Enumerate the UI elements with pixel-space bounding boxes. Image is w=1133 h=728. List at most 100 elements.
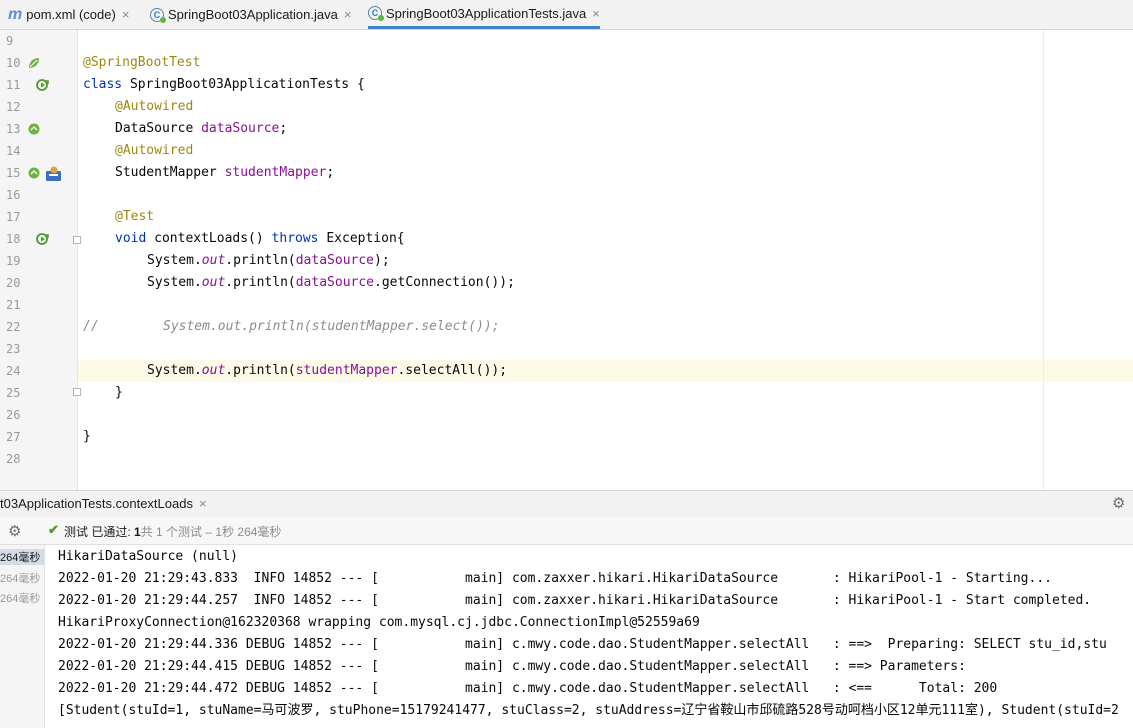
- tab-label: SpringBoot03Application.java: [168, 7, 338, 22]
- code-text: .selectAll());: [397, 363, 508, 378]
- console-output[interactable]: HikariDataSource (null) 2022-01-20 21:29…: [45, 545, 1133, 728]
- gear-icon[interactable]: ⚙: [1112, 494, 1125, 512]
- code-text: .println(: [225, 363, 296, 378]
- line-number: 26: [6, 408, 21, 422]
- tab-springboot03applicationtests[interactable]: C SpringBoot03ApplicationTests.java ×: [368, 0, 600, 29]
- tab-label: pom.xml (code): [26, 7, 116, 22]
- annotation: @Autowired: [115, 143, 194, 158]
- check-icon: ✔: [48, 522, 59, 537]
- console-line: 2022-01-20 21:29:44.415 DEBUG 14852 --- …: [58, 659, 974, 674]
- code-text: System.: [147, 363, 202, 378]
- tab-springboot03application[interactable]: C SpringBoot03Application.java ×: [150, 0, 351, 29]
- right-margin-guide: [1043, 30, 1044, 490]
- spring-class-icon: C: [368, 6, 384, 21]
- console-line: [Student(stuId=1, stuName=马可波罗, stuPhone…: [58, 703, 1119, 718]
- code-text: }: [115, 385, 123, 400]
- run-tab[interactable]: t03ApplicationTests.contextLoads ×: [0, 496, 207, 511]
- code-text: ;: [279, 121, 288, 136]
- code-text: Exception{: [318, 231, 405, 246]
- line-number: 18: [6, 232, 21, 246]
- line-number: 10: [6, 56, 21, 70]
- line-number: 24: [6, 364, 21, 378]
- status-prefix: 测试 已通过:: [64, 525, 135, 539]
- console-line: HikariDataSource (null): [58, 549, 239, 564]
- close-icon[interactable]: ×: [199, 496, 207, 511]
- code-text: .println(: [225, 253, 296, 268]
- run-test-icon[interactable]: [36, 232, 50, 246]
- code-line: void contextLoads() throws Exception{: [115, 228, 405, 250]
- line-number: 22: [6, 320, 21, 334]
- gear-icon[interactable]: ⚙: [8, 522, 21, 540]
- code-line: System.out.println(studentMapper.select(…: [163, 316, 500, 338]
- code-text: .println(: [225, 275, 296, 290]
- mybatis-mapper-icon[interactable]: [45, 165, 62, 182]
- code-line: @Test: [115, 206, 154, 228]
- line-number: 12: [6, 100, 21, 114]
- line-number: 11: [6, 78, 21, 92]
- code-lines: @SpringBootTest class SpringBoot03Applic…: [78, 30, 1043, 490]
- static-field: out: [201, 253, 226, 268]
- test-tree[interactable]: 264毫秒 264毫秒 264毫秒: [0, 545, 45, 728]
- spring-class-icon: C: [150, 7, 166, 23]
- code-line: DataSource dataSource;: [115, 118, 287, 140]
- run-panel-header: t03ApplicationTests.contextLoads × ⚙: [0, 490, 1133, 517]
- annotation: @Autowired: [115, 99, 194, 114]
- code-line: //: [83, 316, 99, 338]
- run-tab-label: t03ApplicationTests.contextLoads: [0, 496, 193, 511]
- code-text: System.: [147, 253, 202, 268]
- status-count: 1: [134, 525, 141, 539]
- console-line: 2022-01-20 21:29:44.472 DEBUG 14852 --- …: [58, 681, 998, 696]
- field-name: studentMapper: [224, 165, 327, 180]
- autowired-bean-icon[interactable]: [27, 166, 41, 180]
- code-text: contextLoads(): [146, 231, 272, 246]
- code-line: System.out.println(dataSource.getConnect…: [147, 272, 515, 294]
- code-line: @Autowired: [115, 96, 193, 118]
- close-icon[interactable]: ×: [344, 7, 352, 22]
- run-test-icon[interactable]: [36, 78, 50, 92]
- field-name: dataSource: [201, 121, 280, 136]
- line-number: 9: [6, 34, 14, 48]
- console-line: 2022-01-20 21:29:44.257 INFO 14852 --- […: [58, 593, 1092, 608]
- code-line: StudentMapper studentMapper;: [115, 162, 334, 184]
- console-line: 2022-01-20 21:29:43.833 INFO 14852 --- […: [58, 571, 1052, 586]
- code-line: }: [83, 426, 91, 448]
- keyword: class: [83, 77, 123, 92]
- editor-tab-bar: m pom.xml (code) × C SpringBoot03Applica…: [0, 0, 1133, 30]
- code-text: StudentMapper: [115, 165, 225, 180]
- code-text: System.: [147, 275, 202, 290]
- test-tree-item[interactable]: 264毫秒: [0, 570, 40, 586]
- line-number: 25: [6, 386, 21, 400]
- autowired-bean-icon[interactable]: [27, 122, 41, 136]
- code-line: @Autowired: [115, 140, 193, 162]
- test-status-bar: ⚙ ✔ 测试 已通过: 1共 1 个测试 – 1秒 264毫秒: [0, 517, 1133, 545]
- comment: System.out.println(studentMapper.select(…: [163, 319, 500, 334]
- keyword: throws: [271, 231, 319, 246]
- annotation: @SpringBootTest: [83, 55, 201, 70]
- line-number: 13: [6, 122, 21, 136]
- line-number: 28: [6, 452, 21, 466]
- test-tree-item[interactable]: 264毫秒: [0, 590, 40, 606]
- code-text: ;: [326, 165, 335, 180]
- code-line: }: [115, 382, 123, 404]
- line-number: 23: [6, 342, 21, 356]
- console-line: HikariProxyConnection@162320368 wrapping…: [58, 615, 700, 630]
- spring-bean-icon[interactable]: [27, 56, 41, 70]
- maven-m-icon: m: [8, 5, 23, 23]
- test-status-text: 测试 已通过: 1共 1 个测试 – 1秒 264毫秒: [64, 523, 281, 540]
- keyword: void: [115, 231, 147, 246]
- tab-pom-xml[interactable]: m pom.xml (code) ×: [8, 0, 129, 29]
- code-line: class SpringBoot03ApplicationTests {: [83, 74, 365, 96]
- code-text: }: [83, 429, 91, 444]
- field-name: dataSource: [295, 253, 375, 268]
- test-tree-item[interactable]: 264毫秒: [0, 549, 44, 565]
- field-name: dataSource: [295, 275, 375, 290]
- close-icon[interactable]: ×: [122, 7, 130, 22]
- code-line: System.out.println(studentMapper.selectA…: [147, 360, 507, 382]
- status-suffix: 共 1 个测试 – 1秒 264毫秒: [140, 525, 282, 539]
- static-field: out: [201, 363, 226, 378]
- tab-label: SpringBoot03ApplicationTests.java: [386, 5, 587, 21]
- code-text: .getConnection());: [374, 275, 515, 290]
- code-text: );: [374, 253, 390, 268]
- close-icon[interactable]: ×: [592, 6, 600, 21]
- line-number: 15: [6, 166, 21, 180]
